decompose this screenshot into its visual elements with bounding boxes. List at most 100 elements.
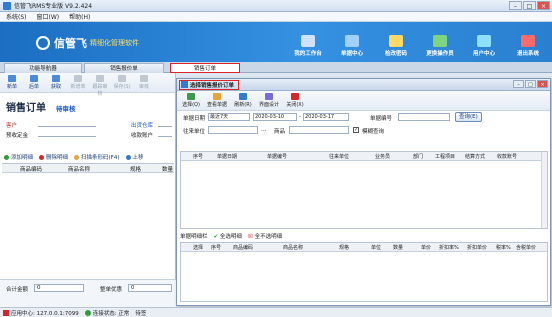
minimize-icon[interactable]: –	[509, 1, 522, 10]
toolbar-button[interactable]: 跟踪审核	[91, 75, 109, 97]
dialog-tool-icon	[187, 93, 195, 100]
toolbar-button[interactable]: 新增单	[69, 75, 87, 90]
dialog-icon	[181, 81, 188, 88]
dialog-maximize-icon[interactable]: □	[525, 80, 536, 88]
toolbar-button[interactable]: 获取	[47, 75, 65, 90]
goods-input[interactable]	[289, 126, 349, 134]
fuzzy-checkbox[interactable]: ✓	[353, 127, 359, 133]
tab-sales-order[interactable]: 销售订单	[170, 63, 240, 73]
add-line-button[interactable]: 添加明细	[4, 153, 33, 161]
toolbar-label: 审核	[138, 84, 149, 90]
toolbar-label: 保存(S)	[113, 84, 131, 90]
col-account: 收款账号	[497, 154, 518, 160]
query-button[interactable]: 查询(E)	[455, 112, 482, 122]
dialog-close-icon[interactable]: ×	[537, 80, 548, 88]
account-input[interactable]	[158, 130, 172, 137]
topnav-item[interactable]: 用户中心	[468, 35, 500, 57]
total-amount-field[interactable]: 0	[34, 284, 84, 292]
dialog-tool-label: 选择(Q)	[182, 102, 200, 108]
discount-field[interactable]: 0	[128, 284, 172, 292]
topnav-item[interactable]: 更换操作员	[424, 35, 456, 57]
menu-help[interactable]: 帮助(H)	[69, 12, 90, 21]
customer-row: 客户 出货仓库	[0, 119, 175, 129]
logo-icon	[36, 36, 50, 50]
topnav-item[interactable]: 我的工作台	[292, 35, 324, 57]
delete-line-button[interactable]: 删除明细	[39, 153, 68, 161]
col-party: 往来单位	[329, 154, 350, 160]
order-title: 销售订单	[6, 103, 46, 114]
menu-window[interactable]: 窗口(W)	[37, 12, 60, 21]
toolbar-button[interactable]: 新单	[3, 75, 21, 90]
col-qty: 数量	[393, 245, 404, 251]
maximize-icon[interactable]: □	[523, 1, 536, 10]
add-line-label: 添加明细	[11, 155, 34, 161]
col-salesman: 业务员	[375, 154, 391, 160]
party-input[interactable]	[208, 126, 258, 134]
toolbar-button[interactable]: 审核	[135, 75, 153, 90]
app-banner: 信管飞 精细化管理软件 我的工作台 单据中心 检改密码 更换操作员 用户中心 退出系统	[0, 22, 552, 62]
toolbar-button[interactable]: 后单	[25, 75, 43, 90]
tab-function-navigator[interactable]: 功能导航器	[4, 63, 82, 73]
prepaid-input[interactable]	[38, 130, 96, 137]
date-to-field[interactable]: 2020-03-17	[303, 113, 349, 121]
close-icon[interactable]: ×	[537, 1, 550, 10]
app-center-text: 应用中心: 127.0.0.1:7099	[11, 310, 79, 317]
barcode-icon	[74, 155, 80, 160]
criteria-row-1: 单据日期 最近7天 2020-03-10 - 2020-03-17 单据编号 查…	[177, 111, 550, 124]
select-all-button[interactable]: ✔ 全选明细	[214, 232, 242, 240]
topnav-label: 单据中心	[340, 51, 363, 57]
topnav-item[interactable]: 退出系统	[512, 35, 544, 57]
col-code: 商品编码	[233, 245, 254, 251]
date-from-field[interactable]: 2020-03-10	[253, 113, 297, 121]
grid-header: 商品编码 商品名称 规格 数量	[2, 164, 174, 173]
order-lines-grid[interactable]: 商品编码 商品名称 规格 数量	[2, 163, 174, 173]
dialog-tool-button[interactable]: 关闭(X)	[285, 93, 305, 108]
topnav-item[interactable]: 检改密码	[380, 35, 412, 57]
topnav-label: 检改密码	[384, 51, 407, 57]
col-spec2: 规格	[339, 245, 350, 251]
party-label: 往来单位	[183, 129, 206, 135]
scan-barcode-label: 扫描条形码(F4)	[81, 155, 120, 161]
toolbar-label: 新单	[6, 84, 17, 90]
toolbar-icon	[140, 75, 148, 82]
dialog-tool-button[interactable]: 选择(Q)	[181, 93, 201, 108]
dialog-tool-button[interactable]: 查看单据	[207, 93, 227, 108]
brand-logo: 信管飞 精细化管理软件	[36, 35, 139, 51]
window-titlebar: 信管飞RMS专业版 V9.2.424 – □ ×	[0, 0, 552, 12]
dialog-tool-button[interactable]: 刷新(R)	[233, 93, 253, 108]
col-tax-rate: 税率%	[496, 245, 511, 251]
topnav-icon	[345, 35, 359, 47]
date-range-select[interactable]: 最近7天	[208, 113, 250, 121]
toolbar-button[interactable]: 保存(S)	[113, 75, 131, 90]
tab-sales-quotation[interactable]: 销售报价单	[84, 63, 164, 73]
detail-grid-header: 选择 序号 商品编码 商品名称 规格 单位 数量 单价 折扣率% 折扣单价 税率…	[181, 243, 547, 252]
toolbar-icon	[118, 75, 126, 82]
extra-status: 待签	[135, 310, 147, 317]
goods-label: 商品	[274, 129, 286, 135]
quotation-grid[interactable]: 序号 单据日期 单据编号 往来单位 业务员 部门 工程项目 结算方式 收款账号	[180, 151, 548, 229]
dialog-minimize-icon[interactable]: –	[513, 80, 524, 88]
prepaid-label: 预收定金	[6, 133, 29, 139]
move-up-button[interactable]: 上移	[125, 153, 144, 161]
docno-input[interactable]	[398, 113, 450, 121]
vertical-scrollbar[interactable]	[541, 152, 547, 228]
detail-tab[interactable]: 单据明细栏	[180, 232, 208, 240]
topnav-item[interactable]: 单据中心	[336, 35, 368, 57]
topnav-icon	[433, 35, 447, 47]
col-discount-rate: 折扣率%	[439, 245, 459, 251]
quotation-grid-header: 序号 单据日期 单据编号 往来单位 业务员 部门 工程项目 结算方式 收款账号	[181, 152, 547, 161]
topnav-label: 退出系统	[516, 51, 539, 57]
toolbar-label: 后单	[28, 84, 39, 90]
deselect-all-button[interactable]: ☒ 全不选明细	[248, 232, 282, 240]
dialog-tool-label: 界面设计	[259, 102, 280, 108]
date-label: 单据日期	[183, 116, 206, 122]
scan-barcode-button[interactable]: 扫描条形码(F4)	[74, 153, 120, 161]
dialog-tool-label: 查看单据	[207, 102, 228, 108]
menu-system[interactable]: 系统(S)	[6, 12, 27, 21]
dialog-tool-button[interactable]: 界面设计	[259, 93, 279, 108]
customer-input[interactable]	[38, 120, 96, 127]
topnav-label: 用户中心	[472, 51, 495, 57]
detail-grid[interactable]: 选择 序号 商品编码 商品名称 规格 单位 数量 单价 折扣率% 折扣单价 税率…	[180, 242, 548, 302]
warehouse-input[interactable]	[158, 120, 172, 127]
topnav-icon	[477, 35, 491, 47]
